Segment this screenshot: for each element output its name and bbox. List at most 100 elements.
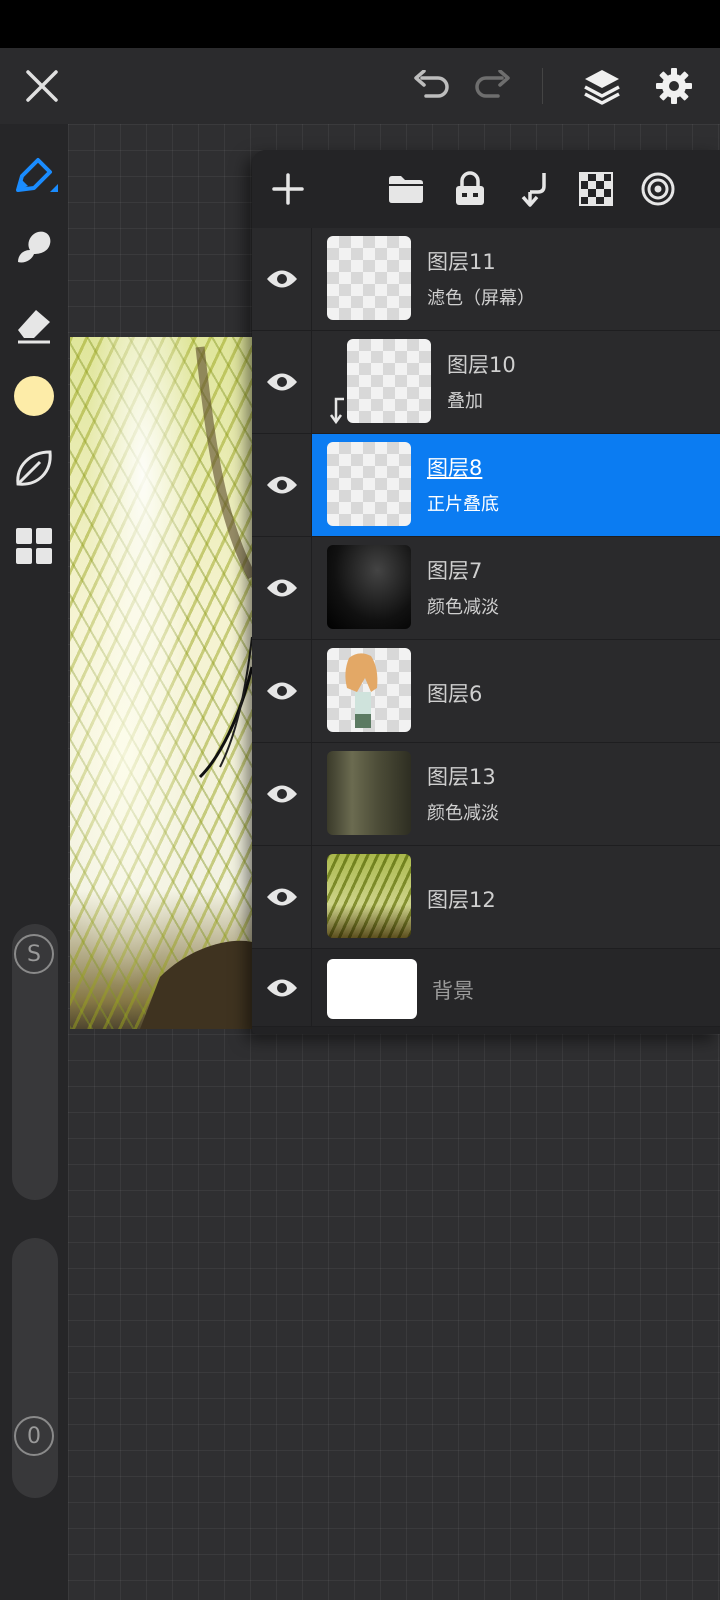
layer-thumbnail — [327, 751, 411, 835]
leaf-brush-tool[interactable] — [0, 436, 68, 500]
layer-options-button[interactable] — [628, 150, 688, 228]
layer-blend-mode: 叠加 — [447, 391, 483, 412]
layer-name: 背景 — [432, 979, 474, 1003]
layer-row-selected[interactable]: 图层8 正片叠底 — [252, 434, 720, 537]
layer-name: 图层8 — [427, 456, 483, 480]
grid-icon — [16, 528, 52, 564]
opacity-label: 0 — [27, 1423, 41, 1449]
layer-content[interactable]: 图层7 颜色减淡 — [312, 537, 720, 639]
layer-content[interactable]: 图层11 滤色（屏幕） — [312, 228, 720, 330]
visibility-toggle[interactable] — [252, 331, 312, 433]
layer-row[interactable]: 图层13 颜色减淡 — [252, 743, 720, 846]
visibility-toggle[interactable] — [252, 846, 312, 948]
layer-panel-toolbar — [252, 150, 720, 228]
layer-name: 图层6 — [427, 682, 483, 706]
layer-row[interactable]: 图层7 颜色减淡 — [252, 537, 720, 640]
layer-name: 图层11 — [427, 250, 496, 274]
opacity-slider[interactable] — [12, 1238, 58, 1498]
visibility-toggle[interactable] — [252, 640, 312, 742]
visibility-toggle[interactable] — [252, 537, 312, 639]
add-layer-button[interactable] — [258, 150, 318, 228]
settings-button[interactable] — [646, 48, 702, 124]
layer-content[interactable]: 图层13 颜色减淡 — [312, 743, 720, 845]
opacity-knob[interactable]: 0 — [14, 1416, 54, 1456]
layer-thumbnail — [327, 545, 411, 629]
layer-blend-mode: 滤色（屏幕） — [427, 288, 535, 309]
close-button[interactable] — [14, 48, 70, 124]
grid-tool[interactable] — [0, 514, 68, 578]
topbar-divider — [542, 68, 543, 104]
layer-name: 图层7 — [427, 559, 483, 583]
layer-content[interactable]: 图层12 — [312, 846, 720, 948]
layer-name: 图层12 — [427, 888, 496, 912]
visibility-toggle[interactable] — [252, 434, 312, 536]
layer-thumbnail — [327, 648, 411, 732]
top-bar — [0, 48, 720, 124]
visibility-toggle[interactable] — [252, 228, 312, 330]
undo-button[interactable] — [404, 48, 460, 124]
new-folder-button[interactable] — [376, 150, 436, 228]
target-icon — [641, 172, 675, 206]
visibility-toggle[interactable] — [252, 949, 312, 1026]
smudge-tool[interactable] — [0, 214, 68, 278]
eraser-icon — [18, 310, 50, 344]
eraser-tool[interactable] — [0, 292, 68, 356]
background-layer-row[interactable]: 背景 — [252, 949, 720, 1027]
layer-panel: 图层11 滤色（屏幕） 图层10 叠加 图层8 正片叠底 图层7 颜色减淡 图层… — [252, 150, 720, 1034]
add-icon — [272, 173, 304, 205]
merge-down-icon — [521, 173, 546, 207]
brush-size-label: S — [27, 941, 41, 967]
layer-content[interactable]: 背景 — [312, 949, 720, 1026]
layer-content[interactable]: 图层6 — [312, 640, 720, 742]
eye-icon — [266, 979, 297, 996]
artwork-lineart — [140, 346, 252, 1029]
eye-icon — [266, 682, 297, 700]
layer-content[interactable]: 图层8 正片叠底 — [312, 434, 720, 536]
smudge-icon — [18, 231, 51, 263]
transparency-button[interactable] — [566, 150, 626, 228]
layer-row[interactable]: 图层6 — [252, 640, 720, 743]
eye-icon — [266, 476, 297, 494]
eye-icon — [266, 888, 297, 906]
layer-name: 图层10 — [447, 353, 516, 377]
visibility-toggle[interactable] — [252, 743, 312, 845]
pen-icon — [16, 158, 58, 192]
artwork-canvas[interactable] — [70, 337, 252, 1029]
lock-icon — [456, 171, 484, 205]
color-picker[interactable] — [0, 364, 68, 428]
character-thumbnail — [345, 653, 378, 728]
layer-blend-mode: 颜色减淡 — [427, 597, 499, 618]
layer-thumbnail — [347, 339, 431, 423]
layer-row[interactable]: 图层10 叠加 — [252, 331, 720, 434]
eye-icon — [266, 270, 297, 288]
close-icon — [26, 70, 58, 102]
redo-button[interactable] — [464, 48, 520, 124]
left-toolbar: S 0 — [0, 124, 68, 1600]
merge-down-button[interactable] — [504, 150, 564, 228]
redo-icon — [475, 70, 510, 98]
layer-name: 图层13 — [427, 765, 496, 789]
layer-blend-mode: 正片叠底 — [427, 494, 499, 515]
eye-icon — [266, 579, 297, 597]
layer-row[interactable]: 图层12 — [252, 846, 720, 949]
layer-thumbnail — [327, 959, 417, 1019]
layer-thumbnail — [327, 854, 411, 938]
layer-thumbnail — [327, 236, 411, 320]
layer-content[interactable]: 图层10 叠加 — [312, 331, 720, 433]
checkerboard-icon — [579, 172, 613, 206]
status-bar — [0, 0, 720, 48]
settings-icon — [656, 68, 692, 104]
color-swatch — [14, 376, 54, 416]
pen-tool[interactable] — [0, 144, 68, 208]
layer-blend-mode: 颜色减淡 — [427, 803, 499, 824]
lock-layer-button[interactable] — [440, 150, 500, 228]
layer-row[interactable]: 图层11 滤色（屏幕） — [252, 228, 720, 331]
undo-icon — [414, 70, 449, 98]
layers-icon — [584, 70, 620, 105]
brush-size-knob[interactable]: S — [14, 934, 54, 974]
leaf-brush-icon — [16, 450, 52, 486]
layer-thumbnail — [327, 442, 411, 526]
layers-button[interactable] — [574, 48, 630, 124]
clipping-arrow-icon — [329, 397, 344, 425]
eye-icon — [266, 785, 297, 803]
